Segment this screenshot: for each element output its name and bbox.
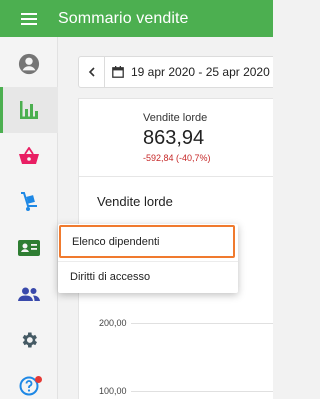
page-title: Sommario vendite — [58, 9, 189, 27]
side-nav — [0, 37, 58, 399]
y-tick-label: 200,00 — [99, 318, 127, 328]
menu-item-employee-list[interactable]: Elenco dipendenti — [59, 225, 235, 258]
gear-icon — [22, 332, 37, 348]
basket-icon — [19, 147, 39, 164]
nav-item-settings[interactable] — [0, 317, 58, 363]
grid-line — [131, 323, 273, 324]
nav-item-employees[interactable] — [0, 225, 58, 271]
kpi-value: 863,94 — [143, 127, 205, 149]
app-bar: Sommario vendite — [0, 0, 273, 37]
bar-chart-icon — [20, 101, 38, 119]
calendar-button[interactable] — [105, 57, 131, 87]
menu-item-access-rights[interactable]: Diritti di accesso — [58, 261, 238, 293]
employees-menu: Elenco dipendenti Diritti di accesso — [58, 224, 238, 293]
nav-item-help[interactable] — [0, 363, 58, 399]
account-circle-icon — [18, 53, 40, 75]
kpi-label: Vendite lorde — [143, 112, 208, 124]
date-range-picker[interactable]: 19 apr 2020 - 25 apr 2020 — [78, 56, 273, 88]
nav-item-customers[interactable] — [0, 271, 58, 317]
app-root: Sommario vendite 19 apr 2020 - 25 apr 20… — [0, 0, 273, 399]
chart-title: Vendite lorde — [97, 194, 173, 209]
grid-line — [131, 391, 273, 392]
date-range-text: 19 apr 2020 - 25 apr 2020 — [131, 65, 270, 79]
menu-button[interactable] — [0, 0, 58, 37]
previous-period-button[interactable] — [79, 57, 105, 87]
id-card-icon — [18, 240, 40, 256]
notification-badge — [35, 376, 42, 383]
hand-truck-icon — [21, 192, 37, 211]
hamburger-icon — [21, 12, 37, 25]
nav-item-sales[interactable] — [0, 133, 58, 179]
people-icon — [18, 287, 40, 301]
nav-item-reports[interactable] — [0, 87, 58, 133]
calendar-icon — [112, 66, 124, 78]
y-tick-label: 100,00 — [99, 386, 127, 396]
nav-item-shipping[interactable] — [0, 179, 58, 225]
chevron-left-icon — [88, 67, 95, 77]
nav-item-account[interactable] — [0, 41, 58, 87]
card-divider — [79, 176, 273, 177]
kpi-delta: -592,84 (-40,7%) — [143, 153, 211, 163]
